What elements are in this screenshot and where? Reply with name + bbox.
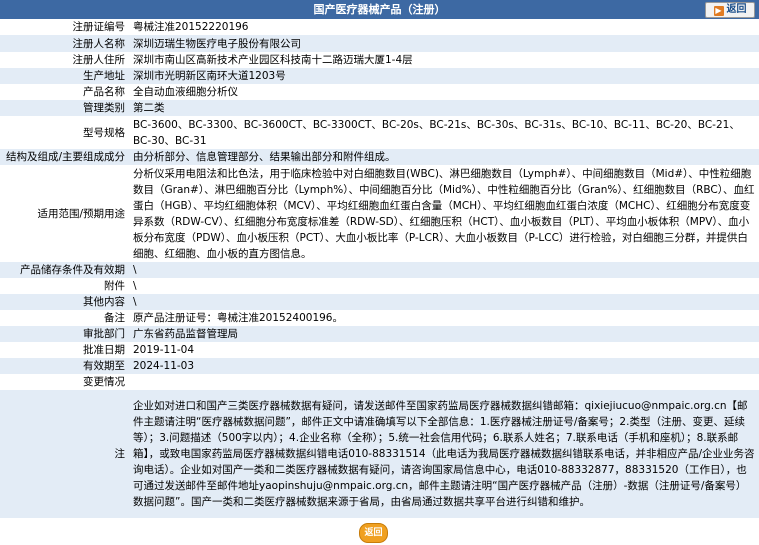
table-row: 注册人住所 深圳市南山区高新技术产业园区科技南十二路迈瑞大厦1-4层 [0, 52, 759, 68]
table-row: 型号规格 BC-3600、BC-3300、BC-3600CT、BC-3300CT… [0, 116, 759, 149]
table-row: 管理类别 第二类 [0, 100, 759, 116]
row-value: 粤械注准20152220196 [128, 19, 759, 35]
row-value: 广东省药品监督管理局 [128, 326, 759, 342]
row-label: 产品名称 [0, 84, 128, 100]
row-label: 型号规格 [0, 116, 128, 149]
row-label: 备注 [0, 310, 128, 326]
row-value: 深圳市南山区高新技术产业园区科技南十二路迈瑞大厦1-4层 [128, 52, 759, 68]
table-row: 有效期至 2024-11-03 [0, 358, 759, 374]
page-title: 国产医疗器械产品（注册） [313, 3, 446, 16]
back-button-top[interactable]: ▶ 返回 [705, 2, 755, 18]
arrow-right-icon: ▶ [713, 6, 724, 16]
row-value: 深圳市光明新区南环大道1203号 [128, 68, 759, 84]
row-value: 2019-11-04 [128, 342, 759, 358]
row-label: 产品储存条件及有效期 [0, 262, 128, 278]
table-row: 注 企业如对进口和国产三类医疗器械数据有疑问，请发送邮件至国家药监局医疗器械数据… [0, 390, 759, 518]
page-header: 国产医疗器械产品（注册） ▶ 返回 [0, 0, 759, 19]
row-value: \ [128, 294, 759, 310]
row-label: 有效期至 [0, 358, 128, 374]
row-label: 附件 [0, 278, 128, 294]
row-value: 企业如对进口和国产三类医疗器械数据有疑问，请发送邮件至国家药监局医疗器械数据纠错… [128, 390, 759, 518]
row-value: 全自动血液细胞分析仪 [128, 84, 759, 100]
row-label: 注册人住所 [0, 52, 128, 68]
row-label: 注册证编号 [0, 19, 128, 35]
row-value: \ [128, 278, 759, 294]
back-button-bottom[interactable]: 返回 [359, 523, 388, 543]
back-button-label: 返回 [726, 4, 747, 15]
table-row: 注册证编号 粤械注准20152220196 [0, 19, 759, 35]
table-row: 备注 原产品注册证号：粤械注准20152400196。 [0, 310, 759, 326]
row-value [128, 374, 759, 390]
table-row: 产品储存条件及有效期 \ [0, 262, 759, 278]
table-row: 审批部门 广东省药品监督管理局 [0, 326, 759, 342]
row-label: 批准日期 [0, 342, 128, 358]
table-row: 批准日期 2019-11-04 [0, 342, 759, 358]
row-label: 注 [0, 390, 128, 518]
row-label: 审批部门 [0, 326, 128, 342]
row-label: 生产地址 [0, 68, 128, 84]
detail-table: 注册证编号 粤械注准20152220196 注册人名称 深圳迈瑞生物医疗电子股份… [0, 19, 759, 518]
table-row: 附件 \ [0, 278, 759, 294]
row-label: 其他内容 [0, 294, 128, 310]
table-row: 注册人名称 深圳迈瑞生物医疗电子股份有限公司 [0, 35, 759, 52]
row-label: 变更情况 [0, 374, 128, 390]
row-value: 分析仪采用电阻法和比色法，用于临床检验中对白细胞数目(WBC)、淋巴细胞数目（L… [128, 165, 759, 262]
row-value: 原产品注册证号：粤械注准20152400196。 [128, 310, 759, 326]
table-row: 产品名称 全自动血液细胞分析仪 [0, 84, 759, 100]
row-value: 第二类 [128, 100, 759, 116]
table-row: 变更情况 [0, 374, 759, 390]
table-row: 生产地址 深圳市光明新区南环大道1203号 [0, 68, 759, 84]
row-value: BC-3600、BC-3300、BC-3600CT、BC-3300CT、BC-2… [128, 116, 759, 149]
row-value: 深圳迈瑞生物医疗电子股份有限公司 [128, 35, 759, 52]
row-value: 2024-11-03 [128, 358, 759, 374]
table-row: 结构及组成/主要组成成分 由分析部分、信息管理部分、结果输出部分和附件组成。 [0, 149, 759, 165]
row-value: 由分析部分、信息管理部分、结果输出部分和附件组成。 [128, 149, 759, 165]
row-value: \ [128, 262, 759, 278]
table-row: 其他内容 \ [0, 294, 759, 310]
row-label: 注册人名称 [0, 35, 128, 52]
row-label: 管理类别 [0, 100, 128, 116]
table-row: 适用范围/预期用途 分析仪采用电阻法和比色法，用于临床检验中对白细胞数目(WBC… [0, 165, 759, 262]
row-label: 结构及组成/主要组成成分 [0, 149, 128, 165]
row-label: 适用范围/预期用途 [0, 165, 128, 262]
